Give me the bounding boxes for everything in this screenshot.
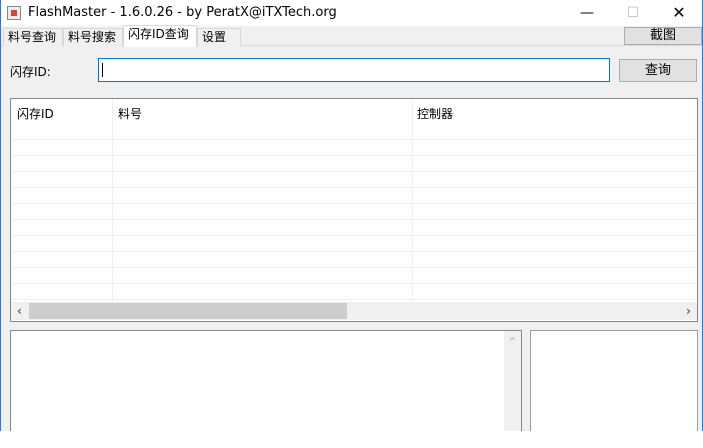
column-header-part-number[interactable]: 料号 [118, 105, 142, 122]
minimize-icon[interactable]: — [564, 0, 610, 26]
close-icon[interactable]: ✕ [656, 0, 702, 26]
column-divider [112, 99, 113, 302]
flash-id-label: 闪存ID: [10, 65, 51, 79]
row-divider [11, 219, 697, 220]
row-divider [11, 251, 697, 252]
text-caret [102, 63, 103, 77]
vertical-scrollbar[interactable]: ⌃ [504, 331, 521, 431]
row-divider [11, 283, 697, 284]
row-divider [11, 155, 697, 156]
query-button[interactable]: 查询 [619, 59, 697, 82]
app-icon [7, 6, 21, 20]
output-textbox[interactable]: ⌃ [10, 330, 522, 431]
horizontal-scrollbar[interactable]: ‹ › [11, 302, 697, 320]
screenshot-button[interactable]: 截图 [624, 27, 702, 45]
tab-settings[interactable]: 设置 [197, 28, 241, 46]
window-title: FlashMaster - 1.6.0.26 - by PeratX@iTXTe… [28, 5, 337, 20]
row-divider [11, 139, 697, 140]
row-divider [11, 267, 697, 268]
row-divider [11, 235, 697, 236]
column-header-controller[interactable]: 控制器 [417, 105, 453, 122]
title-bar: FlashMaster - 1.6.0.26 - by PeratX@iTXTe… [1, 0, 702, 26]
app-window: FlashMaster - 1.6.0.26 - by PeratX@iTXTe… [0, 0, 703, 431]
tab-part-lookup[interactable]: 料号查询 [3, 28, 63, 46]
row-divider [11, 187, 697, 188]
maximize-icon[interactable]: ☐ [610, 0, 656, 26]
scroll-left-icon[interactable]: ‹ [11, 302, 28, 320]
scrollbar-thumb[interactable] [29, 303, 347, 319]
row-divider [11, 203, 697, 204]
scroll-up-icon[interactable]: ⌃ [504, 333, 521, 351]
flash-id-input[interactable] [98, 58, 610, 82]
side-panel [530, 330, 698, 431]
tab-flash-id-lookup[interactable]: 闪存ID查询 [123, 25, 197, 47]
row-divider [11, 299, 697, 300]
row-divider [11, 171, 697, 172]
tab-part-search[interactable]: 料号搜索 [63, 28, 123, 46]
results-table[interactable]: 闪存ID 料号 控制器 ‹ › [10, 98, 698, 322]
scroll-right-icon[interactable]: › [680, 302, 697, 320]
column-divider [412, 99, 413, 302]
column-header-flash-id[interactable]: 闪存ID [17, 105, 54, 122]
tab-strip: 料号查询 料号搜索 闪存ID查询 设置 截图 [1, 25, 702, 47]
